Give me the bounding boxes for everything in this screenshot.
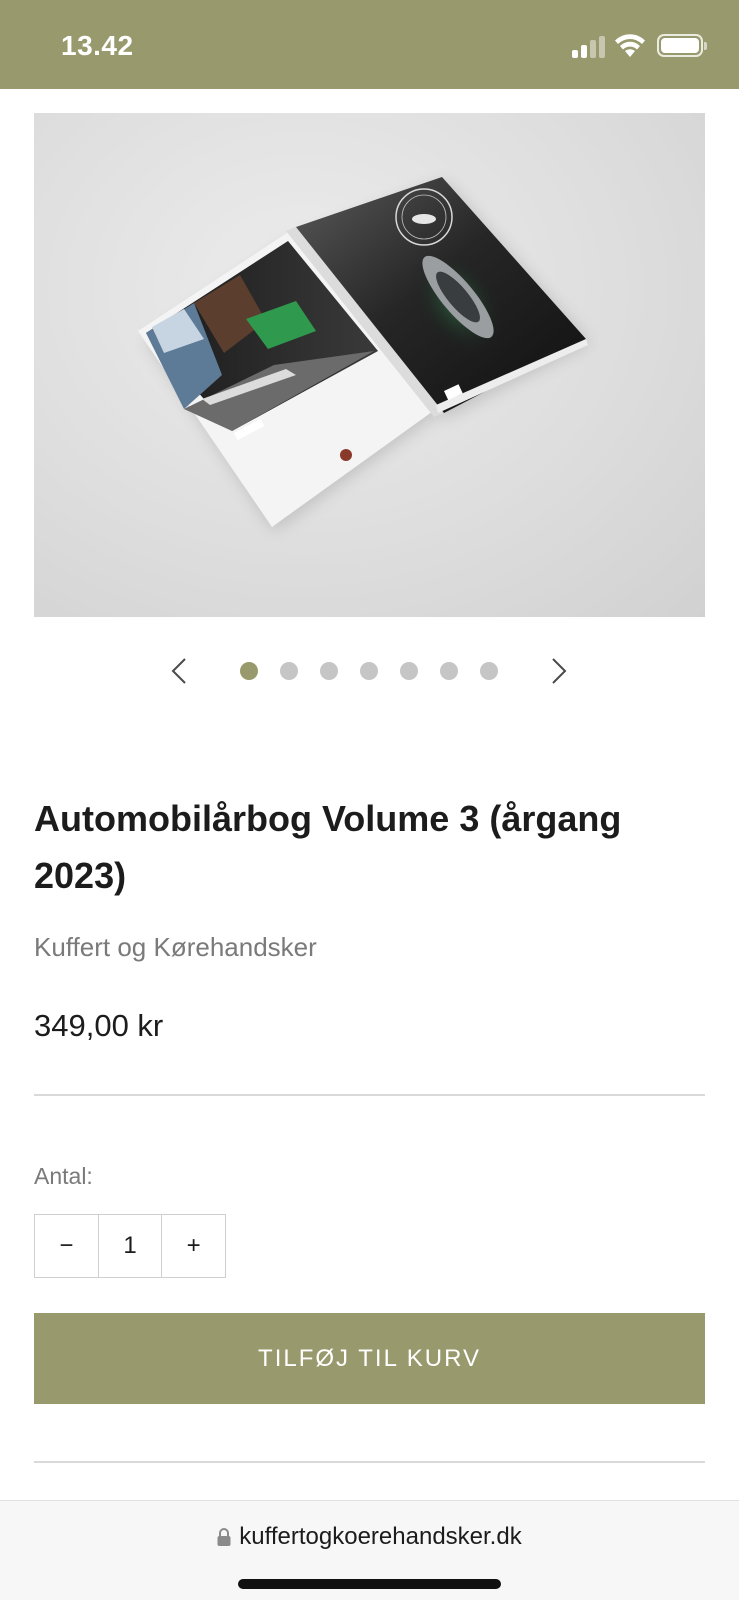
product-price: 349,00 kr [34, 1008, 164, 1043]
quantity-decrease-button[interactable]: − [35, 1215, 98, 1277]
carousel-dot[interactable] [360, 662, 378, 680]
carousel-dot[interactable] [280, 662, 298, 680]
carousel-dot[interactable] [320, 662, 338, 680]
image-carousel-controls [0, 650, 739, 692]
lock-icon [217, 1528, 231, 1546]
url-text: kuffertogkoerehandsker.dk [239, 1523, 522, 1550]
carousel-dot[interactable] [480, 662, 498, 680]
wifi-icon [615, 34, 645, 57]
browser-url-bar: kuffertogkoerehandsker.dk [0, 1500, 739, 1600]
product-vendor[interactable]: Kuffert og Kørehandsker [34, 932, 317, 963]
product-title: Automobilårbog Volume 3 (årgang 2023) [34, 798, 622, 896]
add-to-cart-button[interactable]: TILFØJ TIL KURV [34, 1313, 705, 1404]
chevron-right-icon[interactable] [540, 654, 574, 688]
signal-icon [572, 36, 606, 58]
carousel-dot[interactable] [440, 662, 458, 680]
divider [34, 1461, 705, 1463]
battery-icon [657, 34, 707, 57]
quantity-value[interactable]: 1 [97, 1215, 162, 1277]
status-time: 13.42 [61, 30, 134, 61]
quantity-stepper: − 1 + [34, 1214, 226, 1278]
status-bar: 13.42 [0, 0, 739, 89]
carousel-dot[interactable] [400, 662, 418, 680]
home-indicator [238, 1579, 501, 1589]
quantity-increase-button[interactable]: + [161, 1215, 225, 1277]
quantity-label: Antal: [34, 1163, 93, 1189]
url-field[interactable]: kuffertogkoerehandsker.dk [0, 1523, 739, 1551]
carousel-dot[interactable] [240, 662, 258, 680]
divider [34, 1094, 705, 1096]
product-image[interactable] [34, 113, 705, 617]
chevron-left-icon[interactable] [164, 654, 198, 688]
